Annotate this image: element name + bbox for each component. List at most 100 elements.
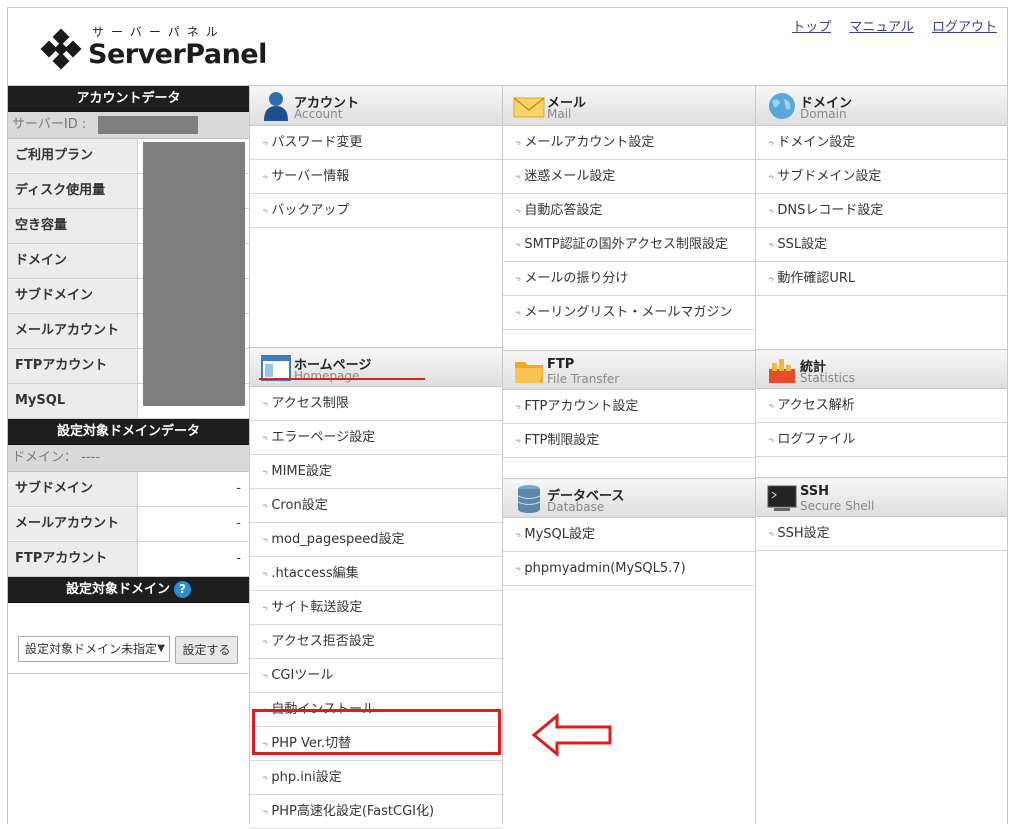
category-subtitle: Secure Shell: [800, 499, 875, 513]
account-values-redacted: [143, 142, 245, 406]
category-domain: ドメイン Domain: [756, 86, 1007, 126]
menu-item-mod-pagespeed[interactable]: ··› mod_pagespeed設定: [250, 523, 502, 557]
spacer: [250, 228, 502, 347]
menu-item-access-restriction[interactable]: ··› アクセス制限: [250, 387, 502, 421]
server-id-redacted: [98, 116, 198, 134]
menu-column-3: ドメイン Domain ··› ドメイン設定 ··› サブドメイン設定 ··› DNS…: [755, 86, 1008, 824]
target-domain-select-value: 設定対象ドメイン未指定: [25, 642, 158, 656]
database-icon: [517, 485, 541, 513]
category-ssh: SSH Secure Shell: [756, 477, 1007, 517]
manual-link[interactable]: マニュアル: [849, 20, 914, 35]
server-id-row: サーバーID :: [8, 112, 249, 139]
category-subtitle: Account: [294, 107, 343, 121]
category-homepage: ホームページ Homepage: [250, 347, 502, 387]
category-subtitle: Database: [547, 500, 605, 514]
menu-item-cgi-tools[interactable]: ··› CGIツール: [250, 659, 502, 693]
menu-item-password-change[interactable]: ··› パスワード変更: [250, 126, 502, 160]
menu-item-ssl[interactable]: ··› SSL設定: [756, 228, 1007, 262]
menu-item-subdomain[interactable]: ··› サブドメイン設定: [756, 160, 1007, 194]
menu-item-auto-reply[interactable]: ··› 自動応答設定: [503, 194, 755, 228]
row-value: -: [138, 472, 249, 506]
menu-item-dns[interactable]: ··› DNSレコード設定: [756, 194, 1007, 228]
row-label: FTPアカウント: [8, 349, 138, 383]
menu-item-mysql[interactable]: ··› MySQL設定: [503, 518, 755, 552]
row-value: -: [138, 507, 249, 541]
category-subtitle: File Transfer: [547, 372, 620, 386]
menu-item-test-url[interactable]: ··› 動作確認URL: [756, 262, 1007, 296]
row-label: サブドメイン: [8, 472, 138, 506]
globe-icon: [769, 93, 795, 119]
table-row: メールアカウント -: [8, 507, 249, 542]
serverpanel-logo[interactable]: サーバーパネル ServerPanel: [38, 22, 267, 78]
account-data-table: ご利用プラン ディスク使用量 空き容量 ドメイン サブドメイン メールアカウント…: [8, 139, 249, 419]
menu-item-ftp-restriction[interactable]: ··› FTP制限設定: [503, 424, 755, 458]
category-subtitle: Statistics: [800, 371, 855, 385]
target-domain-title-text: 設定対象ドメイン: [65, 582, 170, 597]
menu-item-spam[interactable]: ··› 迷惑メール設定: [503, 160, 755, 194]
ftp-folder-icon: [515, 362, 543, 383]
menu-item-mail-account[interactable]: ··› メールアカウント設定: [503, 126, 755, 160]
menu-item-mime[interactable]: ··› MIME設定: [250, 455, 502, 489]
target-domain-title: 設定対象ドメイン?: [8, 577, 249, 603]
menu-item-mailing-list[interactable]: ··› メーリングリスト・メールマガジン: [503, 296, 755, 330]
row-label: 空き容量: [8, 209, 138, 243]
top-link[interactable]: トップ: [792, 20, 831, 35]
menu-item-ftp-account[interactable]: ··› FTPアカウント設定: [503, 390, 755, 424]
table-row: サブドメイン -: [8, 472, 249, 507]
row-label: FTPアカウント: [8, 542, 138, 576]
category-title: FTP: [547, 357, 575, 372]
menu-item-access-deny[interactable]: ··› アクセス拒否設定: [250, 625, 502, 659]
top-links: トップ マニュアル ログアウト: [778, 16, 997, 35]
spacer: [503, 330, 755, 350]
row-label: ドメイン: [8, 244, 138, 278]
row-label: サブドメイン: [8, 279, 138, 313]
menu-item-error-page[interactable]: ··› エラーページ設定: [250, 421, 502, 455]
menu-item-cron[interactable]: ··› Cron設定: [250, 489, 502, 523]
menu-item-backup[interactable]: ··› バックアップ: [250, 194, 502, 228]
menu-item-smtp-restriction[interactable]: ··› SMTP認証の国外アクセス制限設定: [503, 228, 755, 262]
highlight-underline: [259, 378, 425, 380]
spacer: [503, 458, 755, 478]
left-sidebar: アカウントデータ サーバーID : ご利用プラン ディスク使用量 空き容量 ドメ…: [8, 86, 249, 674]
row-value: -: [138, 542, 249, 576]
account-icon: [264, 92, 288, 121]
menu-item-phpmyadmin[interactable]: ··› phpmyadmin(MySQL5.7): [503, 552, 755, 586]
header: サーバーパネル ServerPanel トップ マニュアル ログアウト: [8, 8, 1007, 86]
logout-link[interactable]: ログアウト: [932, 20, 997, 35]
menu-item-htaccess[interactable]: ··› .htaccess編集: [250, 557, 502, 591]
spacer: [756, 457, 1007, 477]
category-ftp: FTP File Transfer: [503, 350, 755, 390]
menu-item-domain-settings[interactable]: ··› ドメイン設定: [756, 126, 1007, 160]
menu-item-php-ini[interactable]: ··› php.ini設定: [250, 761, 502, 795]
menu-item-access-analysis[interactable]: ··› アクセス解析: [756, 389, 1007, 423]
menu-item-ssh[interactable]: ··› SSH設定: [756, 517, 1007, 551]
spacer: [756, 296, 1007, 349]
category-title: SSH: [800, 484, 830, 499]
category-account: アカウント Account: [250, 86, 502, 126]
category-subtitle: Homepage: [294, 369, 360, 383]
category-stats: 統計 Statistics: [756, 349, 1007, 389]
menu-item-site-redirect[interactable]: ··› サイト転送設定: [250, 591, 502, 625]
highlight-box: [252, 709, 501, 755]
server-id-label: サーバーID :: [12, 117, 87, 132]
chevron-down-icon: ▼: [157, 643, 165, 654]
row-label: ディスク使用量: [8, 174, 138, 208]
category-database: データベース Database: [503, 478, 755, 518]
stats-chart-icon: [769, 359, 795, 383]
domain-row: ドメイン： ----: [8, 445, 249, 472]
help-icon[interactable]: ?: [174, 581, 191, 598]
set-domain-button[interactable]: 設定する: [175, 636, 238, 664]
red-arrow-icon: [531, 713, 612, 757]
row-label: MySQL: [8, 384, 138, 418]
terminal-icon: [767, 485, 797, 511]
target-domain-select[interactable]: 設定対象ドメイン未指定 ▼: [18, 636, 170, 662]
menu-item-mail-filter[interactable]: ··› メールの振り分け: [503, 262, 755, 296]
logo-text: ServerPanel: [88, 39, 267, 70]
menu-item-log-file[interactable]: ··› ログファイル: [756, 423, 1007, 457]
category-mail: メール Mail: [503, 86, 755, 126]
logo-kana: サーバーパネル: [92, 25, 225, 39]
logo-diamond-icon: [40, 28, 82, 70]
row-label: メールアカウント: [8, 507, 138, 541]
table-row: FTPアカウント -: [8, 542, 249, 577]
menu-item-server-info[interactable]: ··› サーバー情報: [250, 160, 502, 194]
